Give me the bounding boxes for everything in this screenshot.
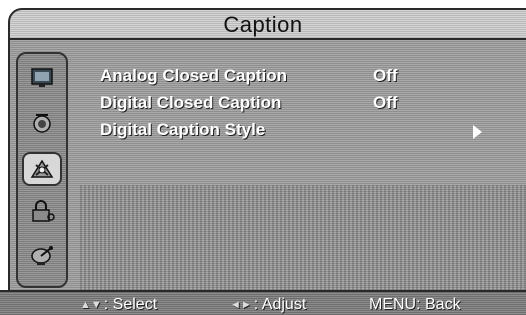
sidebar-item-setup[interactable] [22, 152, 62, 186]
sidebar-item-channel[interactable] [28, 242, 56, 268]
left-right-arrows-icon: ◄► [230, 299, 252, 311]
footer-hints: ▲▼: Select ◄►: Adjust MENU: Back [0, 290, 526, 315]
page-title: Caption [223, 12, 303, 37]
setup-icon [30, 159, 54, 178]
sidebar-item-sound[interactable] [28, 110, 56, 136]
menu-item-label: Digital Caption Style [100, 120, 266, 139]
hint-back: MENU: Back [369, 296, 461, 313]
menu-item-value: Off [373, 93, 398, 112]
hint-select: ▲▼: Select [80, 296, 157, 314]
sidebar-item-picture[interactable] [28, 64, 56, 90]
hint-select-label: : Select [103, 296, 158, 313]
sidebar-item-lock[interactable] [28, 198, 56, 224]
lock-icon [32, 200, 55, 222]
hint-adjust-label: : Adjust [253, 296, 307, 313]
tv-menu-screen: Caption Analog Closed Caption Off Digita… [0, 0, 526, 315]
category-sidebar [16, 52, 68, 288]
channel-icon [31, 246, 53, 265]
menu-item-label: Analog Closed Caption [100, 66, 287, 85]
hint-adjust: ◄►: Adjust [230, 296, 306, 314]
menu-item-value: Off [373, 66, 398, 85]
menu-item-label: Digital Closed Caption [100, 93, 282, 112]
up-down-arrows-icon: ▲▼ [80, 299, 102, 311]
sound-icon [33, 114, 51, 133]
panel-background-pattern [80, 185, 526, 290]
picture-icon [31, 68, 53, 87]
submenu-arrow-icon [473, 125, 482, 139]
